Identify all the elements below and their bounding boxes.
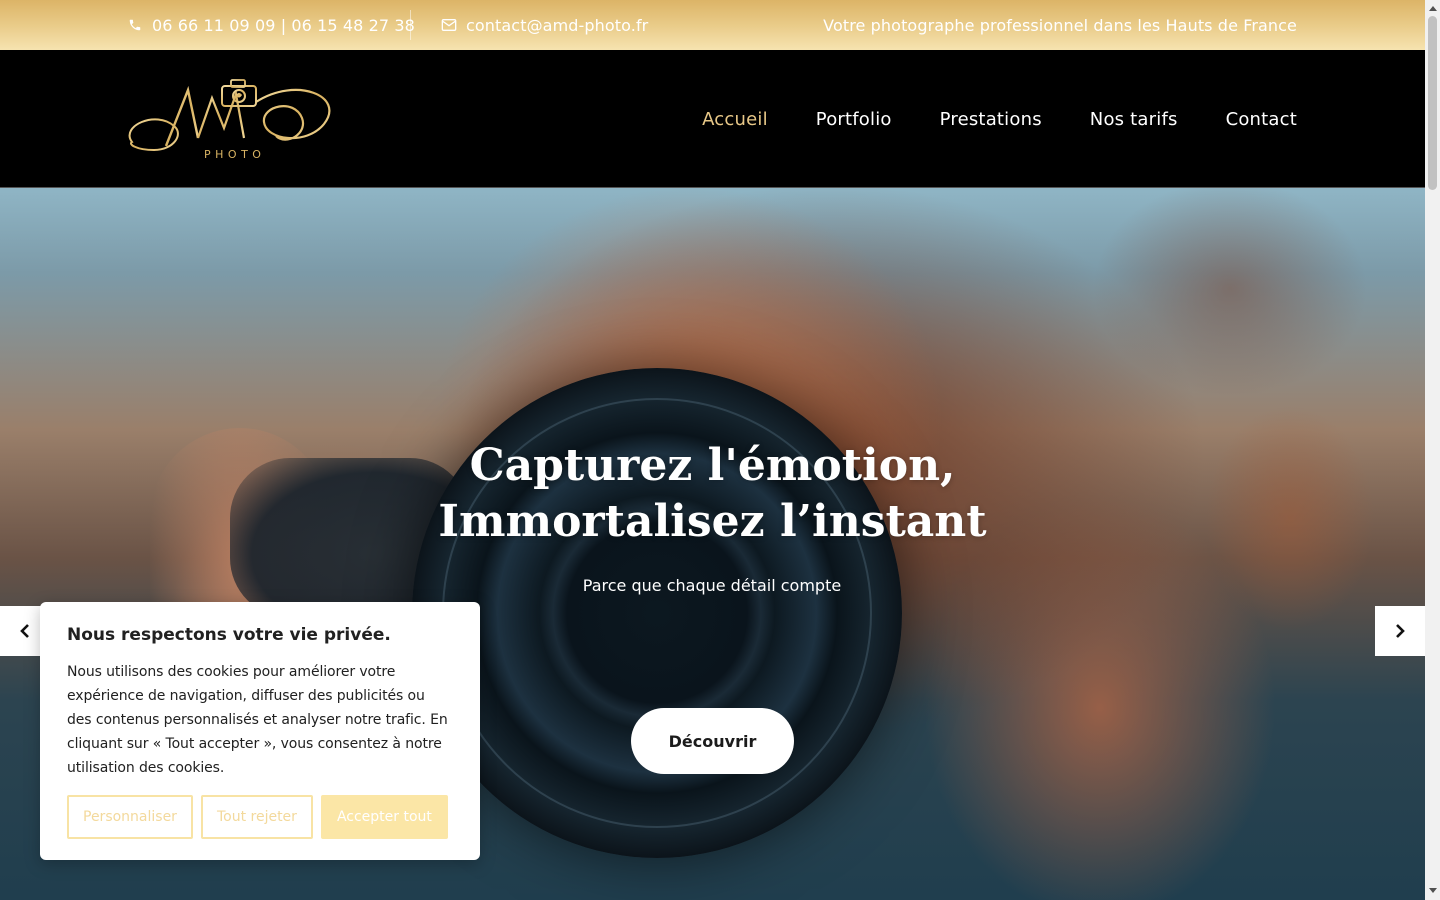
- top-info-bar: 06 66 11 09 09 | 06 15 48 27 38 contact@…: [0, 0, 1425, 50]
- nav-item-prestations[interactable]: Prestations: [940, 109, 1042, 130]
- cookie-actions: Personnaliser Tout rejeter Accepter tout: [67, 795, 448, 839]
- site-header: PHOTO Accueil Portfolio Prestations Nos …: [0, 50, 1425, 188]
- logo-subtext: PHOTO: [204, 148, 265, 161]
- cookie-customize-button[interactable]: Personnaliser: [67, 795, 193, 839]
- topbar-divider: [410, 10, 411, 40]
- scroll-down-arrow-icon[interactable]: [1428, 886, 1437, 896]
- cookie-reject-all-button[interactable]: Tout rejeter: [200, 795, 313, 839]
- chevron-left-icon: [20, 624, 29, 638]
- cookie-accept-all-button[interactable]: Accepter tout: [320, 795, 448, 839]
- topbar-phone-text: 06 66 11 09 09 | 06 15 48 27 38: [152, 15, 415, 35]
- site-logo[interactable]: PHOTO: [126, 76, 334, 162]
- phone-icon: [127, 17, 143, 33]
- cookie-title: Nous respectons votre vie privée.: [67, 625, 391, 645]
- slider-next-button[interactable]: [1375, 606, 1425, 656]
- nav-item-nos-tarifs[interactable]: Nos tarifs: [1090, 109, 1178, 130]
- discover-button[interactable]: Découvrir: [631, 708, 794, 774]
- topbar-email-text: contact@amd-photo.fr: [466, 15, 649, 35]
- hero-title: Capturez l'émotion, Immortalisez l’insta…: [438, 440, 987, 547]
- topbar-slogan: Votre photographe professionnel dans les…: [823, 15, 1297, 35]
- scroll-up-arrow-icon[interactable]: [1428, 3, 1437, 13]
- cookie-consent-banner: Nous respectons votre vie privée. Nous u…: [40, 602, 480, 860]
- nav-item-contact[interactable]: Contact: [1226, 109, 1297, 130]
- envelope-icon: [441, 17, 457, 33]
- cookie-description: Nous utilisons des cookies pour améliore…: [67, 664, 448, 776]
- hero-subtitle: Parce que chaque détail compte: [582, 576, 842, 595]
- scrollbar-thumb[interactable]: [1428, 16, 1437, 190]
- nav-item-accueil[interactable]: Accueil: [702, 109, 768, 130]
- topbar-phone[interactable]: 06 66 11 09 09 | 06 15 48 27 38: [127, 0, 415, 50]
- page-scrollbar[interactable]: [1425, 0, 1440, 900]
- nav-item-portfolio[interactable]: Portfolio: [816, 109, 892, 130]
- logo-graphic: PHOTO: [128, 79, 331, 161]
- chevron-right-icon: [1396, 624, 1405, 638]
- main-nav: Accueil Portfolio Prestations Nos tarifs…: [654, 50, 1297, 188]
- topbar-email[interactable]: contact@amd-photo.fr: [441, 0, 648, 50]
